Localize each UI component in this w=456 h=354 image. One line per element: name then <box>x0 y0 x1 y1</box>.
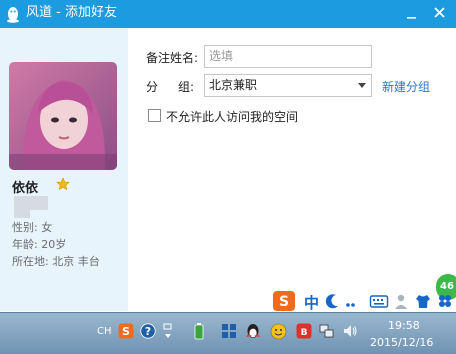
input-language-indicator[interactable]: CH <box>97 326 112 337</box>
avatar[interactable] <box>9 62 117 170</box>
qq-tray-icon[interactable] <box>244 322 262 340</box>
new-group-link[interactable]: 新建分组 <box>382 78 430 95</box>
clock-time[interactable]: 19:58 <box>388 319 420 332</box>
svg-text:B: B <box>301 328 308 338</box>
redacted-id <box>14 196 48 210</box>
volume-icon[interactable] <box>342 323 358 339</box>
group-label-a: 分 <box>146 80 159 94</box>
user-icon[interactable] <box>393 290 409 312</box>
window-titlebar[interactable]: 风道 - 添加好友 <box>0 0 456 28</box>
svg-text:?: ? <box>145 325 151 338</box>
sogou-tray-icon[interactable]: S <box>118 323 134 339</box>
star-icon <box>56 177 70 191</box>
moon-icon[interactable] <box>325 290 341 312</box>
battery-icon[interactable] <box>193 322 205 340</box>
privacy-checkbox[interactable] <box>148 109 161 122</box>
punctuation-icon[interactable] <box>343 290 357 312</box>
nickname: 依依 <box>12 181 39 196</box>
ime-mode-chinese[interactable]: 中 <box>304 292 319 314</box>
sogou-logo-icon[interactable]: S <box>272 290 296 312</box>
skin-shirt-icon[interactable] <box>414 290 432 312</box>
keyboard-icon[interactable] <box>369 290 389 312</box>
location-info: 所在地: 北京 丰台 <box>12 255 100 268</box>
remark-input[interactable]: 选填 <box>204 45 372 68</box>
group-label-b: 组: <box>178 80 195 94</box>
privacy-checkbox-label[interactable]: 不允许此人访问我的空间 <box>166 108 298 125</box>
svg-text:S: S <box>122 325 130 338</box>
ime-toolbar: S 中 <box>272 290 456 312</box>
help-icon[interactable]: ? <box>140 323 156 339</box>
smiley-icon[interactable] <box>270 323 287 340</box>
minimize-button[interactable] <box>400 4 422 22</box>
close-button[interactable] <box>428 4 450 22</box>
qq-penguin-icon <box>7 7 19 23</box>
gender-info: 性别: 女 <box>12 221 53 234</box>
network-icon[interactable] <box>319 322 335 340</box>
chevron-down-icon[interactable] <box>358 83 366 88</box>
window-title: 风道 - 添加好友 <box>26 5 117 20</box>
antivirus-icon[interactable]: B <box>296 323 312 339</box>
toolbox-icon[interactable] <box>436 290 454 312</box>
windows-taskbar: CH S ? B 19:58 2015/12/16 <box>0 312 456 354</box>
windows-grid-icon[interactable] <box>221 323 237 339</box>
profile-panel: 依依 性别: 女 年龄: 20岁 所在地: 北京 丰台 <box>0 28 128 311</box>
ime-settings-arrow-icon[interactable] <box>162 321 174 341</box>
add-friend-dialog: 依依 性别: 女 年龄: 20岁 所在地: 北京 丰台 备注姓名: 选填 分 组… <box>0 28 456 311</box>
remark-label: 备注姓名: <box>146 51 199 65</box>
avatar-photo <box>9 62 117 170</box>
group-select-value: 北京兼职 <box>209 78 258 92</box>
svg-text:S: S <box>279 294 289 310</box>
redacted-id-tail <box>14 210 30 218</box>
clock-date[interactable]: 2015/12/16 <box>370 336 433 349</box>
age-info: 年龄: 20岁 <box>12 238 67 251</box>
group-select[interactable]: 北京兼职 <box>204 74 372 97</box>
